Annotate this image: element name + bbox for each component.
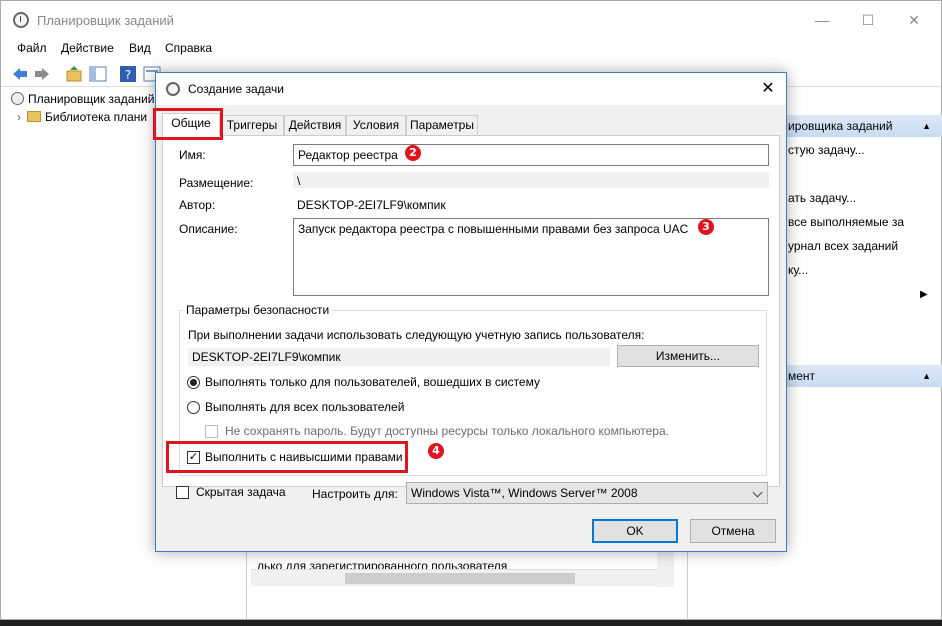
tab-triggers[interactable]: Триггеры xyxy=(220,115,284,135)
ok-button[interactable]: OK xyxy=(592,519,678,543)
tab-strip: Общие Триггеры Действия Условия Параметр… xyxy=(156,113,786,136)
maximize-button[interactable]: ☐ xyxy=(853,7,883,33)
dialog-title: Создание задачи xyxy=(188,82,284,96)
change-user-button[interactable]: Изменить... xyxy=(617,345,759,367)
cancel-button[interactable]: Отмена xyxy=(690,519,776,543)
clock-icon xyxy=(166,82,180,96)
clock-icon xyxy=(13,12,29,28)
tree-library-label: Библиотека плани xyxy=(45,110,148,124)
submenu-arrow-icon[interactable]: ▶ xyxy=(920,289,928,300)
show-hide-tree-icon[interactable] xyxy=(89,65,107,83)
action-create-basic-task[interactable]: стую задачу... xyxy=(788,143,865,157)
main-close-button[interactable]: ✕ xyxy=(899,7,929,33)
tree-root[interactable]: Планировщик заданий xyxy=(11,92,154,110)
menu-action[interactable]: Действие xyxy=(61,41,114,55)
tab-settings[interactable]: Параметры xyxy=(406,115,478,135)
name-input[interactable]: Редактор реестра xyxy=(293,144,769,166)
menu-view[interactable]: Вид xyxy=(129,41,151,55)
name-label: Имя: xyxy=(179,148,206,162)
location-value: \ xyxy=(293,172,769,188)
action-display-running[interactable]: все выполняемые за xyxy=(788,215,904,229)
main-titlebar: Планировщик заданий — ☐ ✕ xyxy=(1,1,941,39)
collapse-up-icon[interactable]: ▲ xyxy=(922,371,931,381)
dialog-close-button[interactable]: ✕ xyxy=(754,77,782,101)
help-icon[interactable]: ? xyxy=(119,65,137,83)
annotation-marker-2: 2 xyxy=(405,145,421,161)
configure-for-value: Windows Vista™, Windows Server™ 2008 xyxy=(411,486,638,500)
vertical-scrollbar[interactable] xyxy=(657,549,674,587)
configure-for-label: Настроить для: xyxy=(312,487,398,501)
radio-all-users-label: Выполнять для всех пользователей xyxy=(205,400,405,414)
author-label: Автор: xyxy=(179,198,216,212)
dialog-titlebar: Создание задачи ✕ xyxy=(156,73,786,105)
horizontal-scrollbar[interactable] xyxy=(251,569,671,586)
scrollbar-thumb[interactable] xyxy=(345,573,575,584)
back-arrow-icon[interactable] xyxy=(11,65,29,83)
create-task-dialog: Создание задачи ✕ Общие Триггеры Действи… xyxy=(153,72,787,552)
tree-root-label: Планировщик заданий xyxy=(28,92,155,106)
tree-library[interactable]: › Библиотека плани xyxy=(17,110,147,128)
chevron-down-icon xyxy=(752,487,763,498)
account-value: DESKTOP-2EI7LF9\компик xyxy=(188,348,610,366)
svg-text:?: ? xyxy=(125,68,131,82)
minimize-button[interactable]: — xyxy=(807,7,837,33)
annotation-marker-3: 3 xyxy=(698,219,714,235)
action-create-task[interactable]: ать задачу... xyxy=(788,191,856,205)
annotation-box-highest-privileges xyxy=(166,441,408,473)
forward-arrow-icon[interactable] xyxy=(33,65,51,83)
tab-conditions[interactable]: Условия xyxy=(346,115,406,135)
clock-icon xyxy=(11,92,24,105)
tab-actions[interactable]: Действия xyxy=(284,115,346,135)
annotation-marker-4: 4 xyxy=(428,443,444,459)
general-tab-panel: Имя: Редактор реестра Размещение: \ Авто… xyxy=(162,135,780,487)
menubar: Файл Действие Вид Справка xyxy=(1,39,941,59)
action-enable-history[interactable]: урнал всех заданий xyxy=(788,239,898,253)
author-value: DESKTOP-2EI7LF9\компик xyxy=(297,198,446,212)
radio-logged-on-label: Выполнять только для пользователей, воше… xyxy=(205,375,540,389)
no-store-password-label: Не сохранять пароль. Будут доступны ресу… xyxy=(225,424,669,438)
radio-all-users[interactable] xyxy=(187,401,200,414)
hidden-task-checkbox[interactable] xyxy=(176,486,189,499)
account-prompt: При выполнении задачи использовать следу… xyxy=(188,328,645,342)
menu-file[interactable]: Файл xyxy=(17,41,47,55)
chevron-right-icon[interactable]: › xyxy=(17,110,21,124)
main-window-title: Планировщик заданий xyxy=(37,13,174,28)
folder-icon xyxy=(27,111,41,122)
tab-general[interactable]: Общие xyxy=(162,113,220,136)
hidden-task-label: Скрытая задача xyxy=(196,485,286,499)
radio-logged-on-only[interactable] xyxy=(187,376,200,389)
collapse-up-icon[interactable]: ▲ xyxy=(922,121,931,131)
security-group-title: Параметры безопасности xyxy=(183,303,333,317)
up-folder-icon[interactable] xyxy=(65,65,83,83)
menu-help[interactable]: Справка xyxy=(165,41,212,55)
no-store-password-checkbox[interactable] xyxy=(205,425,218,438)
configure-for-select[interactable]: Windows Vista™, Windows Server™ 2008 xyxy=(406,482,768,504)
location-label: Размещение: xyxy=(179,176,254,190)
action-new-folder[interactable]: ку... xyxy=(788,263,808,277)
description-label: Описание: xyxy=(179,222,238,236)
